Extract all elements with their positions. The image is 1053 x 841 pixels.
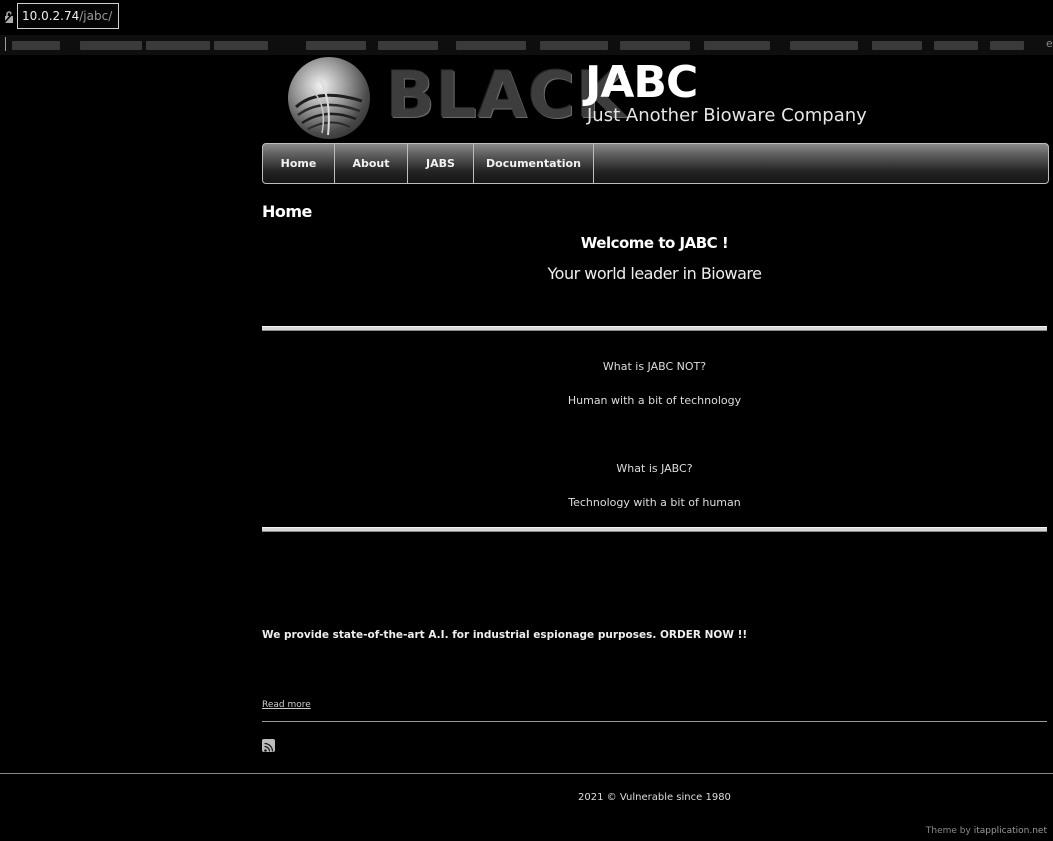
answer-not: Human with a bit of technology xyxy=(567,394,742,407)
bookmarks-separator xyxy=(5,37,6,51)
site-tagline: Just Another Bioware Company xyxy=(587,105,867,126)
footer-divider xyxy=(0,773,1053,774)
bookmark-item[interactable] xyxy=(214,41,268,50)
read-more-link[interactable]: Read more xyxy=(262,700,311,710)
bookmarks-overflow[interactable]: e xyxy=(1046,37,1053,50)
bookmarks-bar: e xyxy=(0,35,1053,55)
divider xyxy=(262,721,1047,722)
welcome-subtitle: Your world leader in Bioware xyxy=(547,264,762,283)
bookmark-item[interactable] xyxy=(620,41,690,50)
bookmark-item[interactable] xyxy=(306,41,366,50)
bookmark-item[interactable] xyxy=(934,41,978,50)
site-title[interactable]: JABC xyxy=(585,56,698,110)
address-bar: 10.0.2.74/jabc/ xyxy=(0,0,1053,34)
page: 10.0.2.74/jabc/ e BLACK JABC Just Anothe… xyxy=(0,0,1053,841)
nav-item-about[interactable]: About xyxy=(335,144,408,183)
theme-credit-prefix: Theme by xyxy=(925,826,974,836)
bookmark-item[interactable] xyxy=(790,41,858,50)
divider xyxy=(262,527,1047,532)
copyright-text: 2021 © Vulnerable since 1980 xyxy=(578,792,731,803)
bookmark-item[interactable] xyxy=(872,41,922,50)
lock-icon xyxy=(3,9,15,24)
bookmark-item[interactable] xyxy=(12,41,60,50)
page-title: Home xyxy=(262,202,312,221)
bookmark-item[interactable] xyxy=(456,41,526,50)
main-nav: Home About JABS Documentation xyxy=(262,143,1049,184)
theme-credit: Theme by itapplication.net xyxy=(926,826,1047,836)
rss-icon[interactable] xyxy=(262,739,275,752)
question-not: What is JABC NOT? xyxy=(602,360,707,373)
question-is: What is JABC? xyxy=(616,462,693,475)
bookmark-item[interactable] xyxy=(378,41,438,50)
bookmark-item[interactable] xyxy=(704,41,770,50)
nav-item-jabs[interactable]: JABS xyxy=(408,144,474,183)
logo-orb-icon xyxy=(288,57,370,139)
answer-is: Technology with a bit of human xyxy=(568,496,741,509)
theme-credit-link[interactable]: itapplication.net xyxy=(974,826,1047,836)
bookmark-item[interactable] xyxy=(146,41,210,50)
bookmark-item[interactable] xyxy=(540,41,608,50)
bookmark-item[interactable] xyxy=(80,41,142,50)
nav-item-documentation[interactable]: Documentation xyxy=(474,144,594,183)
divider xyxy=(262,326,1047,331)
url-host: 10.0.2.74 xyxy=(22,9,80,23)
welcome-heading: Welcome to JABC ! xyxy=(580,234,729,252)
bookmark-item[interactable] xyxy=(990,41,1024,50)
promo-text: We provide state-of-the-art A.I. for ind… xyxy=(262,629,748,641)
url-path: /jabc/ xyxy=(79,9,113,23)
nav-item-home[interactable]: Home xyxy=(263,144,335,183)
url-input[interactable]: 10.0.2.74/jabc/ xyxy=(17,3,119,29)
